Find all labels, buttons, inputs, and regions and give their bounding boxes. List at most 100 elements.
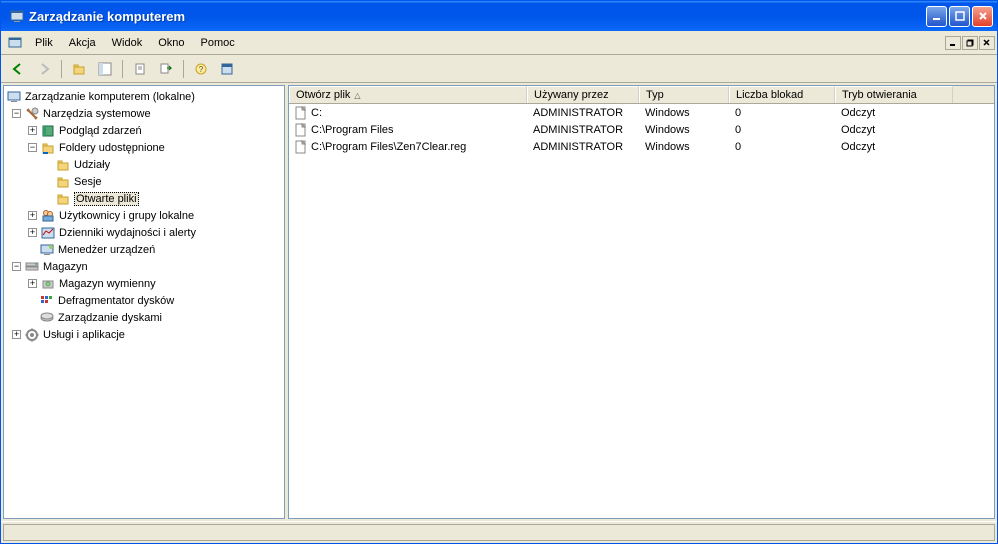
cell-user: ADMINISTRATOR [527, 124, 639, 136]
list-row[interactable]: C:\Program FilesADMINISTRATORWindows0Odc… [289, 121, 994, 138]
storage-icon [24, 259, 40, 275]
collapse-icon[interactable]: − [28, 143, 37, 152]
cell-mode: Odczyt [835, 107, 953, 119]
menu-widok[interactable]: Widok [104, 35, 151, 51]
expand-icon[interactable]: + [28, 228, 37, 237]
menu-plik[interactable]: Plik [27, 35, 61, 51]
expand-icon[interactable]: + [28, 126, 37, 135]
tree-removable-storage[interactable]: + Magazyn wymienny [4, 275, 284, 292]
cell-user: ADMINISTRATOR [527, 107, 639, 119]
tree-shared-folders[interactable]: − Foldery udostępnione [4, 139, 284, 156]
mdi-restore-button[interactable] [962, 36, 978, 50]
window-controls [926, 6, 993, 27]
tree-panel[interactable]: Zarządzanie komputerem (lokalne) − Narzę… [3, 85, 285, 519]
removable-icon [40, 276, 56, 292]
cell-locks: 0 [729, 107, 835, 119]
device-icon [39, 242, 55, 258]
tools-icon [24, 106, 40, 122]
column-header-mode[interactable]: Tryb otwierania [835, 86, 953, 103]
cell-user: ADMINISTRATOR [527, 141, 639, 153]
help-button[interactable]: ? [190, 58, 212, 80]
collapse-icon[interactable]: − [12, 262, 21, 271]
list-header: Otwórz plik △ Używany przez Typ Liczba b… [289, 86, 994, 104]
tree-storage[interactable]: − Magazyn [4, 258, 284, 275]
mdi-app-icon[interactable] [7, 35, 23, 51]
tree-root[interactable]: Zarządzanie komputerem (lokalne) [4, 88, 284, 105]
folder-icon [55, 174, 71, 190]
file-icon [295, 140, 309, 154]
defrag-icon [39, 293, 55, 309]
menu-okno[interactable]: Okno [150, 35, 192, 51]
list-row[interactable]: C:\Program Files\Zen7Clear.regADMINISTRA… [289, 138, 994, 155]
close-button[interactable] [972, 6, 993, 27]
cell-file: C:\Program Files\Zen7Clear.reg [289, 140, 527, 154]
back-button[interactable] [7, 58, 29, 80]
expand-icon[interactable]: + [28, 279, 37, 288]
tree-system-tools[interactable]: − Narzędzia systemowe [4, 105, 284, 122]
export-list-button[interactable] [155, 58, 177, 80]
cell-file: C: [289, 106, 527, 120]
computer-icon [6, 89, 22, 105]
cell-locks: 0 [729, 141, 835, 153]
list-row[interactable]: C:ADMINISTRATORWindows0Odczyt [289, 104, 994, 121]
book-icon [40, 123, 56, 139]
properties-button[interactable] [129, 58, 151, 80]
cell-file: C:\Program Files [289, 123, 527, 137]
svg-text:?: ? [199, 65, 204, 74]
column-header-file[interactable]: Otwórz plik △ [289, 86, 527, 103]
cell-mode: Odczyt [835, 141, 953, 153]
cell-type: Windows [639, 124, 729, 136]
sort-asc-icon: △ [354, 91, 360, 100]
up-folder-button[interactable] [68, 58, 90, 80]
menu-akcja[interactable]: Akcja [61, 35, 104, 51]
shared-folder-icon [40, 140, 56, 156]
column-header-locks[interactable]: Liczba blokad [729, 86, 835, 103]
toolbar-separator [122, 60, 123, 78]
status-pane [3, 524, 995, 541]
menu-pomoc[interactable]: Pomoc [193, 35, 243, 51]
tree-disk-management[interactable]: Zarządzanie dyskami [4, 309, 284, 326]
tree-defrag[interactable]: Defragmentator dysków [4, 292, 284, 309]
tree-event-viewer[interactable]: + Podgląd zdarzeń [4, 122, 284, 139]
tree-shares[interactable]: Udziały [4, 156, 284, 173]
titlebar[interactable]: Zarządzanie komputerem [1, 1, 997, 31]
folder-icon [55, 157, 71, 173]
app-icon [9, 8, 25, 24]
file-icon [295, 106, 309, 120]
statusbar [1, 521, 997, 543]
show-tree-button[interactable] [94, 58, 116, 80]
file-icon [295, 123, 309, 137]
cell-locks: 0 [729, 124, 835, 136]
column-header-user[interactable]: Używany przez [527, 86, 639, 103]
collapse-icon[interactable]: − [12, 109, 21, 118]
main-window: Zarządzanie komputerem Plik Akcja Widok … [0, 0, 998, 544]
toolbar-separator [183, 60, 184, 78]
mdi-minimize-button[interactable] [945, 36, 961, 50]
services-icon [24, 327, 40, 343]
selected-node: Otwarte pliki [74, 192, 139, 206]
tree-device-manager[interactable]: Menedżer urządzeń [4, 241, 284, 258]
users-icon [40, 208, 56, 224]
list-body[interactable]: C:ADMINISTRATORWindows0OdczytC:\Program … [289, 104, 994, 518]
disk-icon [39, 310, 55, 326]
expand-icon[interactable]: + [12, 330, 21, 339]
tree-open-files[interactable]: Otwarte pliki [4, 190, 284, 207]
maximize-button[interactable] [949, 6, 970, 27]
minimize-button[interactable] [926, 6, 947, 27]
menubar: Plik Akcja Widok Okno Pomoc [1, 31, 997, 55]
tree-sessions[interactable]: Sesje [4, 173, 284, 190]
tree-users-groups[interactable]: + Użytkownicy i grupy lokalne [4, 207, 284, 224]
toolbar-separator [61, 60, 62, 78]
folder-icon [55, 191, 71, 207]
tree-services-apps[interactable]: + Usługi i aplikacje [4, 326, 284, 343]
mdi-close-button[interactable] [979, 36, 995, 50]
column-header-type[interactable]: Typ [639, 86, 729, 103]
forward-button[interactable] [33, 58, 55, 80]
cell-mode: Odczyt [835, 124, 953, 136]
perf-icon [40, 225, 56, 241]
tree-perf-logs[interactable]: + Dzienniki wydajności i alerty [4, 224, 284, 241]
list-panel: Otwórz plik △ Używany przez Typ Liczba b… [288, 85, 995, 519]
expand-icon[interactable]: + [28, 211, 37, 220]
refresh-button[interactable] [216, 58, 238, 80]
content-area: Zarządzanie komputerem (lokalne) − Narzę… [1, 83, 997, 521]
